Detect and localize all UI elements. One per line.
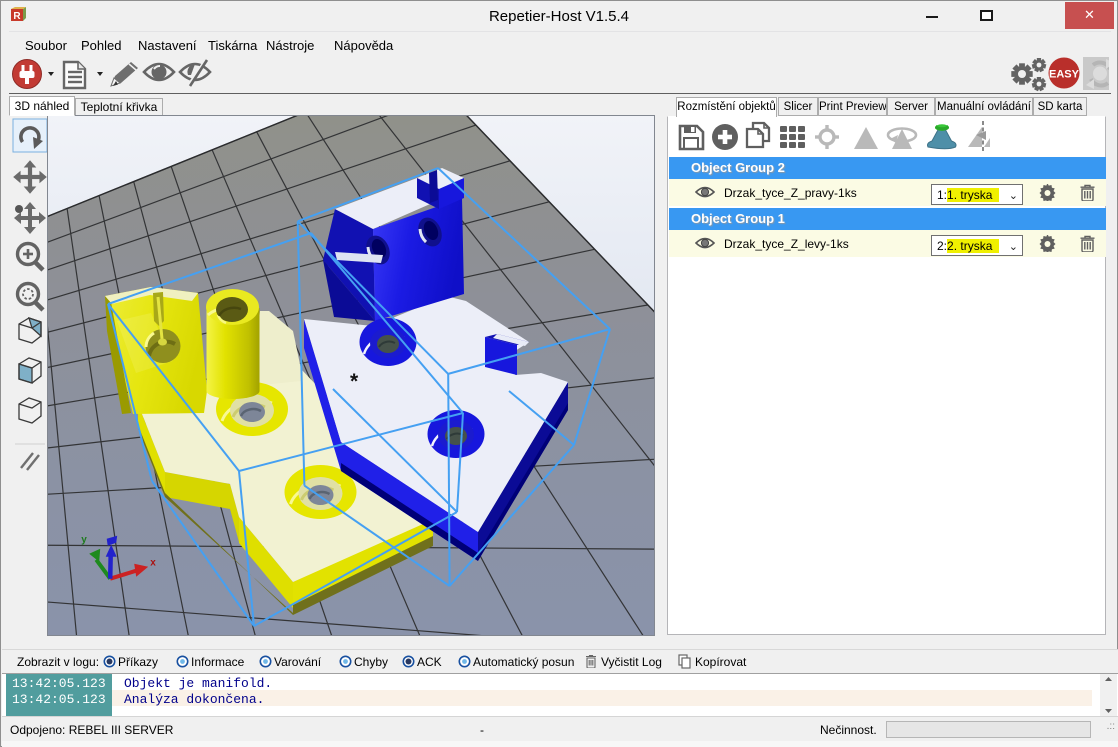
svg-text:x: x: [150, 558, 156, 569]
svg-text:EASY: EASY: [1049, 69, 1080, 81]
svg-text:*: *: [350, 370, 359, 393]
svg-text:y: y: [81, 535, 87, 546]
